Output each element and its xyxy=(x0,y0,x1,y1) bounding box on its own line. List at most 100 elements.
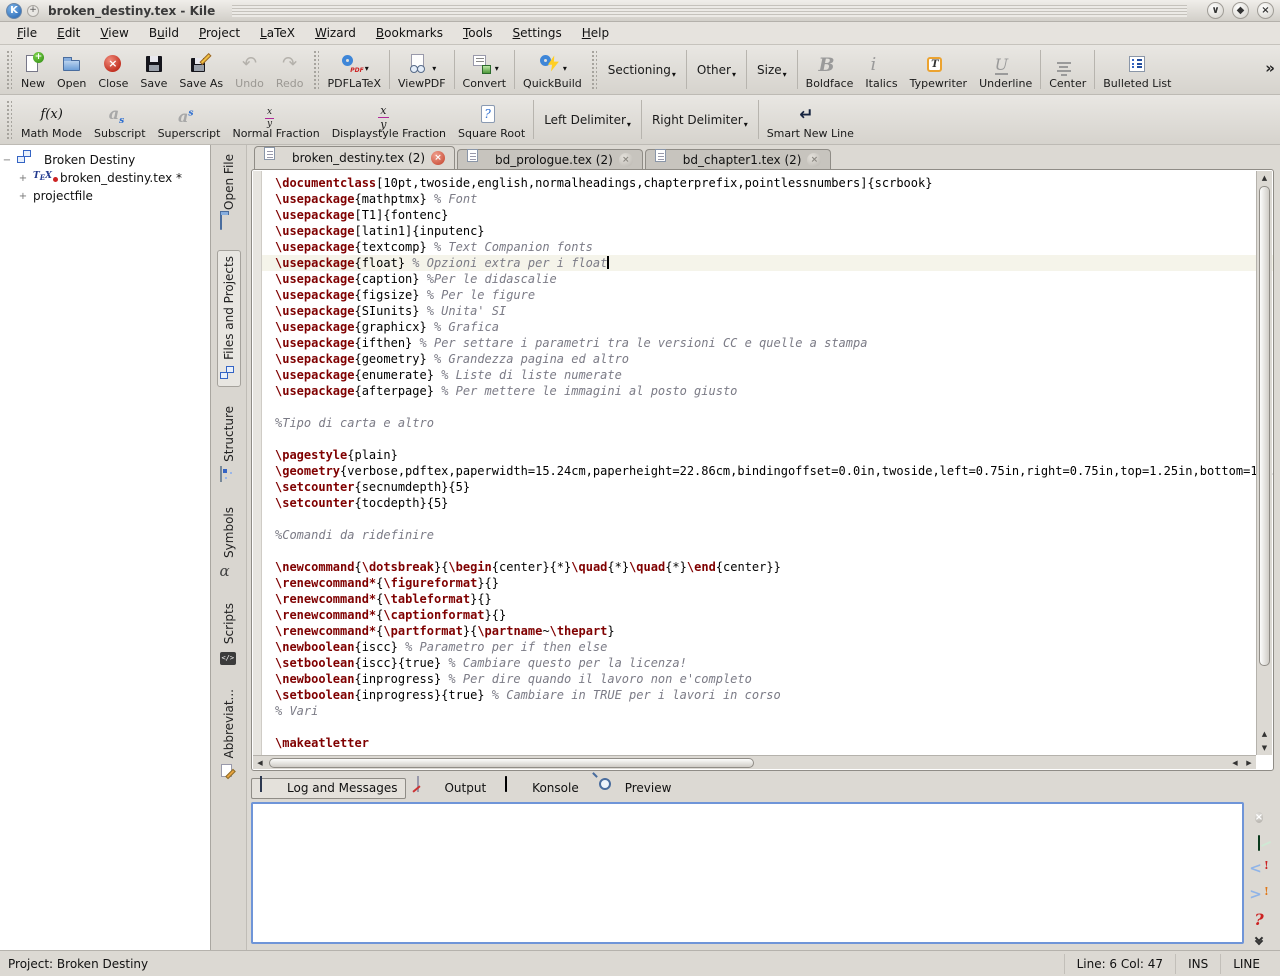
code-line[interactable]: \newboolean{iscc} % Parametro per if the… xyxy=(262,639,1274,655)
status-selection-mode[interactable]: LINE xyxy=(1220,954,1272,974)
code-line[interactable]: \newcommand{\dotsbreak}{\begin{center}{*… xyxy=(262,559,1274,575)
tree-expander[interactable]: − xyxy=(2,155,12,166)
menu-tools[interactable]: Tools xyxy=(454,23,502,43)
bottom-tab-preview[interactable]: Preview xyxy=(590,778,680,799)
smart-new-line-button[interactable]: ↵Smart New Line xyxy=(761,95,860,144)
menu-help[interactable]: Help xyxy=(573,23,618,43)
editor-tab-bd-chapter1-tex-2[interactable]: bd_chapter1.tex (2)× xyxy=(645,149,832,169)
minimize-button[interactable]: ∨ xyxy=(1207,2,1224,19)
code-line[interactable] xyxy=(262,719,1274,735)
toolbar-handle[interactable] xyxy=(6,100,12,139)
toolbar-overflow-icon[interactable]: » xyxy=(1265,59,1275,77)
code-line[interactable]: \usepackage{geometry} % Grandezza pagina… xyxy=(262,351,1274,367)
toolbar-handle[interactable] xyxy=(6,50,12,89)
horizontal-scrollbar[interactable]: ◀ ◀ ▶ xyxy=(253,755,1256,769)
code-line[interactable]: \renewcommand*{\tableformat}{} xyxy=(262,591,1274,607)
convert-button[interactable]: ▾Convert xyxy=(457,45,513,94)
center-button[interactable]: Center xyxy=(1043,45,1092,94)
italics-button[interactable]: iItalics xyxy=(859,45,903,94)
new-button[interactable]: +New xyxy=(15,45,51,94)
log-messages-panel[interactable] xyxy=(251,802,1244,944)
vertical-scroll-thumb[interactable] xyxy=(1259,186,1270,666)
app-menu-icon[interactable]: K xyxy=(6,3,22,19)
code-line[interactable] xyxy=(262,543,1274,559)
tab-close-icon[interactable]: × xyxy=(807,153,821,167)
scroll-up-icon[interactable]: ▲ xyxy=(1258,727,1272,741)
subscript-button[interactable]: asSubscript xyxy=(88,95,152,144)
scroll-left-icon[interactable]: ◀ xyxy=(253,756,267,770)
code-area[interactable]: \documentclass[10pt,twoside,english,norm… xyxy=(262,175,1274,751)
code-line[interactable]: \usepackage{mathptmx} % Font xyxy=(262,191,1274,207)
sidebar-tab-symbols[interactable]: Symbolsα xyxy=(218,502,240,584)
bad-boxes-icon[interactable]: ? xyxy=(1254,912,1263,928)
code-line[interactable]: \usepackage{graphicx} % Grafica xyxy=(262,319,1274,335)
menu-latex[interactable]: LaTeX xyxy=(251,23,304,43)
code-line[interactable]: \usepackage{ifthen} % Per settare i para… xyxy=(262,335,1274,351)
code-line[interactable]: \renewcommand*{\partformat}{\partname~\t… xyxy=(262,623,1274,639)
bottom-tab-output[interactable]: Output xyxy=(409,778,494,799)
tree-expander[interactable]: + xyxy=(18,191,28,202)
menu-build[interactable]: Build xyxy=(140,23,188,43)
code-line[interactable]: \usepackage{textcomp} % Text Companion f… xyxy=(262,239,1274,255)
boldface-button[interactable]: BBoldface xyxy=(800,45,860,94)
previous-error-icon[interactable]: <! xyxy=(1249,860,1269,876)
typewriter-button[interactable]: TTypewriter xyxy=(904,45,973,94)
code-line[interactable]: \setcounter{secnumdepth}{5} xyxy=(262,479,1274,495)
menu-project[interactable]: Project xyxy=(190,23,249,43)
underline-button[interactable]: UUnderline xyxy=(973,45,1038,94)
undo-button[interactable]: ↶Undo xyxy=(229,45,270,94)
open-button[interactable]: Open xyxy=(51,45,92,94)
code-line[interactable]: \usepackage[latin1]{inputenc} xyxy=(262,223,1274,239)
sectioning-button[interactable]: Sectioning▾ xyxy=(600,45,684,94)
code-line[interactable]: \setboolean{inprogress}{true} % Cambiare… xyxy=(262,687,1274,703)
sidebar-tab-structure[interactable]: Structure xyxy=(218,401,240,488)
menu-settings[interactable]: Settings xyxy=(504,23,571,43)
sidebar-tab-open-file[interactable]: Open File xyxy=(218,149,240,236)
code-line[interactable]: \usepackage{SIunits} % Unita' SI xyxy=(262,303,1274,319)
sticky-icon[interactable]: + xyxy=(27,5,39,17)
code-line[interactable]: \renewcommand*{\figureformat}{} xyxy=(262,575,1274,591)
next-error-icon[interactable]: >! xyxy=(1249,886,1269,902)
bottom-tab-konsole[interactable]: Konsole xyxy=(497,778,587,799)
code-line[interactable]: \renewcommand*{\captionformat}{} xyxy=(262,607,1274,623)
code-line[interactable]: \usepackage[T1]{fontenc} xyxy=(262,207,1274,223)
bulleted-list-button[interactable]: Bulleted List xyxy=(1097,45,1177,94)
code-line[interactable]: \makeatletter xyxy=(262,735,1274,751)
code-line[interactable] xyxy=(262,399,1274,415)
toolbar-handle[interactable] xyxy=(591,50,597,89)
pdflatex-button[interactable]: PDF▾PDFLaTeX xyxy=(322,45,387,94)
scroll-right-icon[interactable]: ▶ xyxy=(1242,756,1256,770)
right-delimiter-button[interactable]: Right Delimiter▾ xyxy=(644,95,756,144)
square-root-button[interactable]: ?Square Root xyxy=(452,95,531,144)
status-insert-mode[interactable]: INS xyxy=(1175,954,1220,974)
bottom-tab-log-and-messages[interactable]: Log and Messages xyxy=(251,778,406,799)
toolbar-handle[interactable] xyxy=(313,50,319,89)
left-delimiter-button[interactable]: Left Delimiter▾ xyxy=(536,95,639,144)
code-line[interactable] xyxy=(262,511,1274,527)
code-line[interactable]: \usepackage{enumerate} % Liste di liste … xyxy=(262,367,1274,383)
save-button[interactable]: Save xyxy=(134,45,173,94)
horizontal-scroll-thumb[interactable] xyxy=(269,758,754,768)
collapse-icon[interactable] xyxy=(1256,938,1262,944)
tree-expander[interactable]: + xyxy=(18,173,28,184)
scroll-left-icon[interactable]: ◀ xyxy=(1228,756,1242,770)
math-mode-button[interactable]: f(x)Math Mode xyxy=(15,95,88,144)
other-button[interactable]: Other▾ xyxy=(689,45,744,94)
code-line[interactable]: \setboolean{iscc}{true} % Cambiare quest… xyxy=(262,655,1274,671)
code-line[interactable] xyxy=(262,431,1274,447)
displaystyle-fraction-button[interactable]: xyDisplaystyle Fraction xyxy=(326,95,452,144)
maximize-button[interactable]: ◆ xyxy=(1232,2,1249,19)
code-line[interactable]: \usepackage{afterpage} % Per mettere le … xyxy=(262,383,1274,399)
vertical-scrollbar[interactable]: ▲ ▲ ▼ xyxy=(1256,171,1272,755)
tree-item-broken-destiny-tex[interactable]: +TEXbroken_destiny.tex * xyxy=(18,169,208,187)
tree-item-projectfile[interactable]: +projectfile xyxy=(18,187,208,205)
code-line[interactable]: \pagestyle{plain} xyxy=(262,447,1274,463)
editor-tab-bd-prologue-tex-2[interactable]: bd_prologue.tex (2)× xyxy=(457,149,643,169)
sidebar-tab-abbreviat[interactable]: Abbreviat... xyxy=(218,684,240,784)
code-line[interactable]: \usepackage{caption} %Per le didascalie xyxy=(262,271,1274,287)
close-window-button[interactable]: × xyxy=(1257,2,1274,19)
normal-fraction-button[interactable]: xyNormal Fraction xyxy=(226,95,325,144)
latex-stats-icon[interactable] xyxy=(1258,836,1260,850)
menu-wizard[interactable]: Wizard xyxy=(306,23,365,43)
code-line[interactable]: % Vari xyxy=(262,703,1274,719)
